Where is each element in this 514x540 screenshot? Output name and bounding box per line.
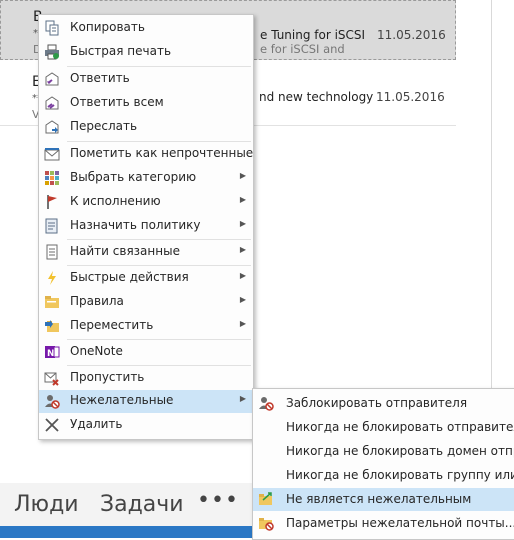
menu-item-label: Выбрать категорию (70, 170, 197, 184)
nav-tasks[interactable]: Задачи (100, 492, 184, 517)
copy-icon (44, 20, 60, 36)
menu-item-ignore[interactable]: Пропустить (39, 367, 253, 390)
submenu-item-never-block-domain[interactable]: Никогда не блокировать домен отправите (253, 440, 514, 463)
mark-unread-icon (44, 146, 60, 162)
onenote-icon: N (44, 344, 60, 360)
menu-item-onenote[interactable]: N OneNote (39, 341, 253, 364)
submenu-item-never-block-sender[interactable]: Никогда не блокировать отправителя (253, 416, 514, 439)
submenu-arrow-icon: ▶ (239, 219, 246, 228)
mail-date: 11.05.2016 (376, 90, 445, 104)
submenu-item-label: Не является нежелательным (286, 492, 472, 506)
menu-item-assign-policy[interactable]: Назначить политику ▶ (39, 215, 253, 238)
not-junk-icon (258, 491, 274, 507)
menu-item-junk[interactable]: Нежелательные ▶ (39, 390, 253, 413)
nav-more-button[interactable]: ••• (197, 488, 239, 513)
mail-date: 11.05.2016 (377, 28, 446, 42)
submenu-item-not-junk[interactable]: Не является нежелательным (253, 488, 514, 511)
menu-item-delete[interactable]: Удалить (39, 414, 253, 437)
menu-item-label: Быстрые действия (70, 270, 189, 284)
submenu-item-junk-options[interactable]: Параметры нежелательной почты... (253, 512, 514, 535)
reply-all-icon (44, 95, 60, 111)
menu-item-label: OneNote (70, 344, 123, 358)
rules-icon (44, 294, 60, 310)
submenu-item-label: Никогда не блокировать отправителя (286, 420, 514, 434)
menu-item-forward[interactable]: Переслать (39, 116, 253, 139)
menu-separator (67, 365, 251, 366)
menu-item-label: К исполнению (70, 194, 161, 208)
menu-separator (67, 66, 251, 67)
menu-item-reply[interactable]: Ответить (39, 68, 253, 91)
reply-icon (44, 71, 60, 87)
menu-item-label: Пометить как непрочтенные (70, 146, 254, 160)
junk-options-icon (258, 515, 274, 531)
print-icon (44, 44, 60, 60)
forward-icon (44, 119, 60, 135)
menu-separator (67, 239, 251, 240)
menu-item-label: Назначить политику (70, 218, 201, 232)
nav-people[interactable]: Люди (14, 492, 79, 517)
submenu-arrow-icon: ▶ (239, 394, 246, 403)
ignore-icon (44, 370, 60, 386)
submenu-item-label: Параметры нежелательной почты... (286, 516, 514, 530)
menu-separator (67, 339, 251, 340)
junk-submenu: Заблокировать отправителя Никогда не бло… (252, 388, 514, 540)
move-icon (44, 318, 60, 334)
junk-icon (44, 393, 60, 409)
menu-item-reply-all[interactable]: Ответить всем (39, 92, 253, 115)
menu-item-label: Найти связанные (70, 244, 180, 258)
menu-item-label: Ответить (70, 71, 130, 85)
delete-icon (44, 417, 60, 433)
submenu-item-label: Никогда не блокировать группу или спис (286, 468, 514, 482)
menu-item-label: Переслать (70, 119, 138, 133)
submenu-item-never-block-group[interactable]: Никогда не блокировать группу или спис (253, 464, 514, 487)
menu-item-label: Пропустить (70, 370, 145, 384)
submenu-arrow-icon: ▶ (239, 171, 246, 180)
menu-item-label: Быстрая печать (70, 44, 172, 58)
reading-pane-edge (491, 0, 492, 388)
submenu-item-label: Заблокировать отправителя (286, 396, 468, 410)
menu-separator (67, 265, 251, 266)
submenu-arrow-icon: ▶ (239, 245, 246, 254)
mail-subject: e Tuning for iSCSI (260, 28, 366, 42)
block-sender-icon (258, 395, 274, 411)
menu-item-find-related[interactable]: Найти связанные ▶ (39, 241, 253, 264)
menu-item-quick-print[interactable]: Быстрая печать (39, 41, 253, 64)
menu-item-label: Удалить (70, 417, 123, 431)
quick-steps-icon (44, 270, 60, 286)
submenu-arrow-icon: ▶ (239, 271, 246, 280)
menu-separator (67, 141, 251, 142)
menu-item-label: Переместить (70, 318, 154, 332)
submenu-arrow-icon: ▶ (239, 319, 246, 328)
submenu-item-block-sender[interactable]: Заблокировать отправителя (253, 392, 514, 415)
submenu-arrow-icon: ▶ (239, 295, 246, 304)
menu-item-move[interactable]: Переместить ▶ (39, 315, 253, 338)
find-related-icon (44, 244, 60, 260)
mail-subject: nd new technology (259, 90, 374, 104)
menu-item-categorize[interactable]: Выбрать категорию ▶ (39, 167, 253, 190)
submenu-item-label: Никогда не блокировать домен отправите (286, 444, 514, 458)
menu-item-copy[interactable]: Копировать (39, 17, 253, 40)
flag-icon (44, 194, 60, 210)
menu-item-label: Ответить всем (70, 95, 164, 109)
menu-item-rules[interactable]: Правила ▶ (39, 291, 253, 314)
mail-preview: e for iSCSI and (260, 42, 345, 56)
menu-item-follow-up[interactable]: К исполнению ▶ (39, 191, 253, 214)
category-icon (44, 170, 60, 186)
context-menu: Копировать Быстрая печать Ответить Ответ… (38, 14, 254, 440)
menu-item-label: Копировать (70, 20, 145, 34)
submenu-arrow-icon: ▶ (239, 195, 246, 204)
menu-item-label: Правила (70, 294, 124, 308)
menu-item-label: Нежелательные (70, 393, 174, 407)
svg-text:N: N (47, 349, 55, 359)
policy-icon (44, 218, 60, 234)
menu-item-mark-unread[interactable]: Пометить как непрочтенные (39, 143, 253, 166)
menu-item-quick-steps[interactable]: Быстрые действия ▶ (39, 267, 253, 290)
